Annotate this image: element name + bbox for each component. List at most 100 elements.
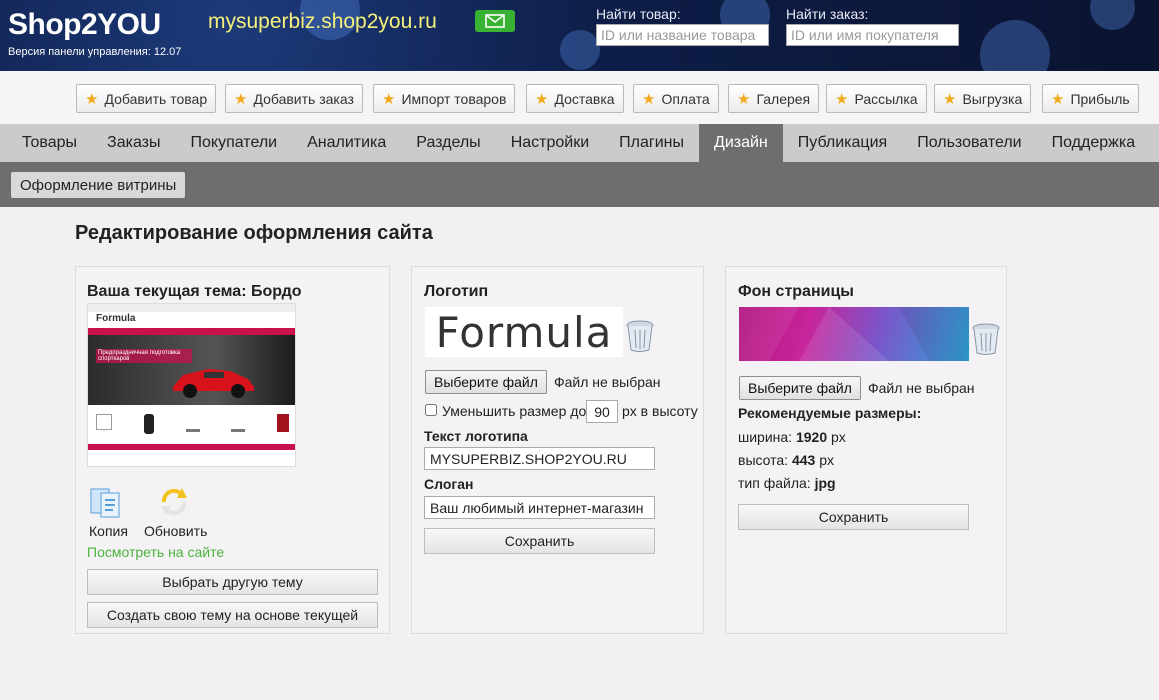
quick-import-button[interactable]: ★ Импорт товаров (373, 84, 516, 113)
nav-item-customers[interactable]: Покупатели (176, 124, 293, 162)
envelope-icon (485, 14, 505, 28)
brand-logo[interactable]: Shop2YOU (8, 8, 161, 42)
logo-save-button[interactable]: Сохранить (424, 528, 655, 554)
preview-topbar (88, 304, 295, 312)
background-file-button[interactable]: Выберите файл (739, 376, 861, 400)
logo-panel: Логотип Formula Выберите файл Файл не вы… (411, 266, 704, 634)
logo-text-label: Текст логотипа (424, 428, 528, 444)
preview-menu (88, 328, 295, 335)
shrink-checkbox[interactable] (425, 404, 437, 416)
theme-panel: Ваша текущая тема: Бордо Formula Предпра… (75, 266, 390, 634)
logo-preview: Formula (425, 307, 623, 357)
refresh-icon[interactable] (156, 485, 192, 522)
site-link[interactable]: mysuperbiz.shop2you.ru (208, 10, 437, 34)
header-decor (980, 20, 1050, 71)
logo-text-input[interactable] (424, 447, 655, 470)
header-decor (1090, 0, 1135, 30)
copy-icon[interactable] (89, 485, 125, 522)
nav-item-support[interactable]: Поддержка (1037, 124, 1150, 162)
recommended-label: Рекомендуемые размеры: (738, 405, 922, 421)
quick-label: Добавить заказ (253, 90, 354, 107)
quick-label: Доставка (554, 90, 615, 107)
quick-mailing-button[interactable]: ★ Рассылка (826, 84, 927, 113)
trash-icon[interactable] (971, 322, 1001, 359)
find-order-label: Найти заказ: (786, 6, 869, 22)
view-on-site-link[interactable]: Посмотреть на сайте (87, 544, 224, 560)
quick-label: Выгрузка (962, 90, 1023, 107)
star-icon: ★ (737, 90, 751, 108)
preview-product-icon (96, 414, 112, 430)
car-icon (173, 369, 254, 398)
shrink-unit-label: px в высоту (622, 403, 698, 419)
find-order-input[interactable] (786, 24, 959, 46)
trash-icon[interactable] (625, 319, 655, 356)
header-decor (560, 30, 600, 70)
logo-file-button[interactable]: Выберите файл (425, 370, 547, 394)
nav-item-sections[interactable]: Разделы (401, 124, 495, 162)
create-theme-button[interactable]: Создать свою тему на основе текущей (87, 602, 378, 628)
quick-delivery-button[interactable]: ★ Доставка (526, 84, 624, 113)
logo-preview-text: Formula (435, 307, 613, 357)
preview-footer-strip (88, 444, 295, 450)
quick-gallery-button[interactable]: ★ Галерея (728, 84, 820, 113)
quick-payment-button[interactable]: ★ Оплата (633, 84, 719, 113)
background-preview (739, 307, 969, 361)
quick-add-order-button[interactable]: ★ Добавить заказ (225, 84, 363, 113)
star-icon: ★ (85, 90, 99, 108)
quick-label: Добавить товар (104, 90, 208, 107)
preview-product-icon (185, 414, 200, 432)
find-order-block: Найти заказ: (786, 6, 959, 46)
find-product-label: Найти товар: (596, 6, 681, 22)
background-pattern (739, 307, 969, 361)
height-value: 443 (791, 452, 816, 468)
quick-label: Импорт товаров (401, 90, 507, 107)
shrink-value-input[interactable] (586, 400, 618, 423)
version-label: Версия панели управления: 12.07 (8, 46, 182, 58)
preview-product-icon (277, 414, 289, 432)
copy-label[interactable]: Копия (89, 523, 128, 539)
main-nav: Товары Заказы Покупатели Аналитика Разде… (0, 124, 1159, 162)
slogan-input[interactable] (424, 496, 655, 519)
quick-export-button[interactable]: ★ Выгрузка (934, 84, 1032, 113)
theme-preview[interactable]: Formula Предпраздничная подготовка спорт… (87, 303, 296, 467)
find-product-input[interactable] (596, 24, 769, 46)
width-row: ширина: 1920 px (738, 429, 846, 445)
nav-item-publication[interactable]: Публикация (783, 124, 902, 162)
quick-label: Оплата (661, 90, 710, 107)
mail-button[interactable] (475, 10, 515, 32)
nav-item-design[interactable]: Дизайн (698, 124, 783, 162)
star-icon: ★ (535, 90, 549, 108)
height-label: высота: (738, 452, 789, 468)
star-icon: ★ (1051, 90, 1065, 108)
nav-item-users[interactable]: Пользователи (902, 124, 1036, 162)
quick-add-product-button[interactable]: ★ Добавить товар (76, 84, 217, 113)
find-product-block: Найти товар: (596, 6, 769, 46)
background-save-button[interactable]: Сохранить (738, 504, 969, 530)
subnav-item-storefront[interactable]: Оформление витрины (11, 172, 186, 198)
nav-item-settings[interactable]: Настройки (496, 124, 604, 162)
quick-actions-bar: ★ Добавить товар ★ Добавить заказ ★ Импорт … (0, 71, 1159, 124)
preview-brand: Formula (96, 313, 136, 324)
width-unit: px (831, 429, 846, 445)
star-icon: ★ (642, 90, 656, 108)
star-icon: ★ (382, 90, 396, 108)
nav-item-analytics[interactable]: Аналитика (292, 124, 401, 162)
sub-nav: Оформление витрины (0, 162, 1159, 207)
width-value: 1920 (795, 429, 828, 445)
nav-item-plugins[interactable]: Плагины (604, 124, 699, 162)
slogan-label: Слоган (424, 476, 474, 492)
type-label: тип файла: (738, 475, 811, 491)
nav-item-products[interactable]: Товары (0, 124, 92, 162)
refresh-label[interactable]: Обновить (144, 523, 207, 539)
quick-label: Галерея (756, 90, 811, 107)
star-icon: ★ (234, 90, 248, 108)
choose-theme-button[interactable]: Выбрать другую тему (87, 569, 378, 595)
quick-label: Прибыль (1070, 90, 1130, 107)
quick-profit-button[interactable]: ★ Прибыль (1042, 84, 1139, 113)
background-panel: Фон страницы Выберите файл Файл не выбра… (725, 266, 1007, 634)
background-no-file-label: Файл не выбран (868, 380, 975, 396)
background-title: Фон страницы (738, 283, 854, 300)
nav-item-orders[interactable]: Заказы (92, 124, 175, 162)
preview-product-icon (143, 414, 154, 434)
page-title: Редактирование оформления сайта (75, 222, 433, 244)
